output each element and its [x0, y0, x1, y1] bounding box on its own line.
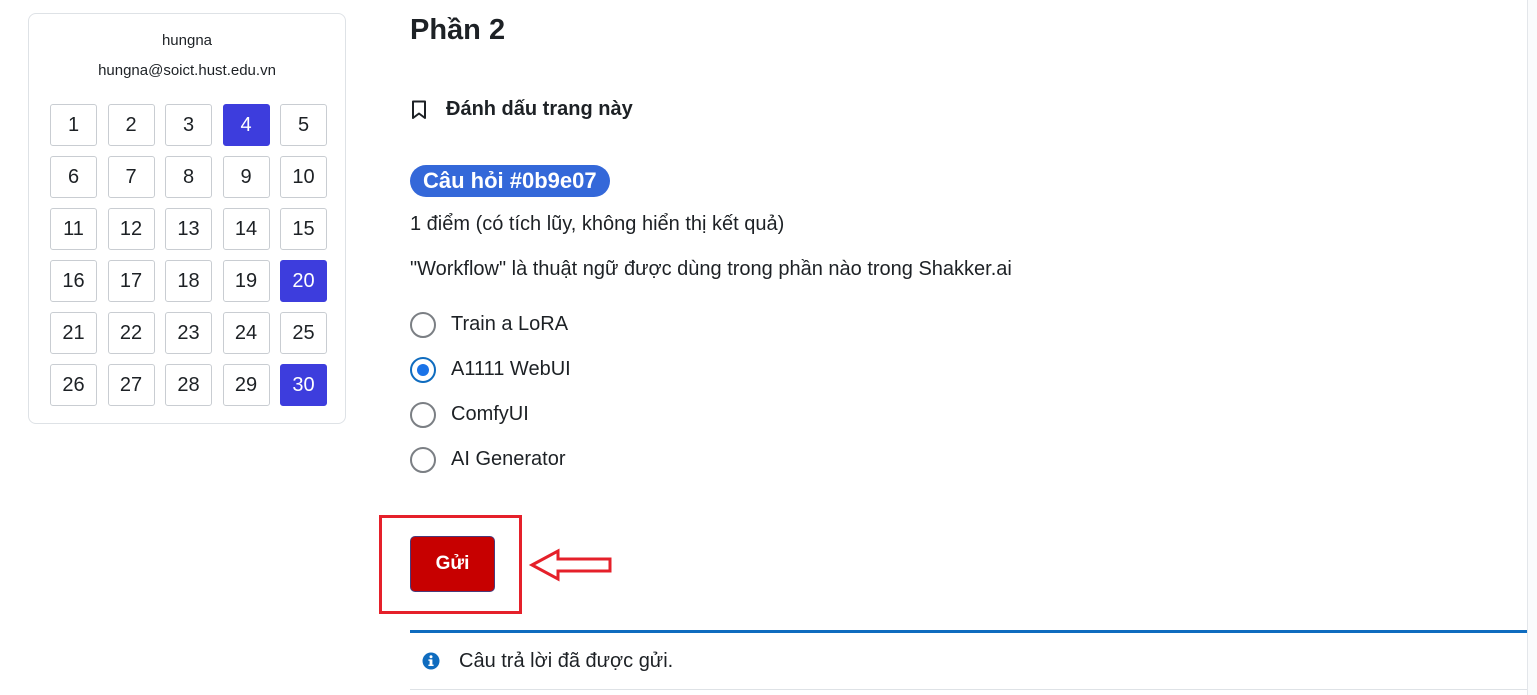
question-nav-button-13[interactable]: 13 — [165, 208, 212, 250]
question-nav-grid: 1 2 3 4 5 6 7 8 9 10 11 12 13 14 15 16 17 18 19 20 21 22 23 24 2… — [50, 104, 327, 406]
question-nav-button-1[interactable]: 1 — [50, 104, 97, 146]
question-nav-button-30[interactable]: 30 — [280, 364, 327, 406]
question-nav-button-25[interactable]: 25 — [280, 312, 327, 354]
question-nav-button-19[interactable]: 19 — [222, 260, 270, 302]
submit-button[interactable]: Gửi — [410, 536, 495, 592]
answer-option-2[interactable]: A1111 WebUI — [410, 356, 571, 383]
question-nav-button-9[interactable]: 9 — [222, 156, 270, 198]
answer-option-label: A1111 WebUI — [451, 358, 571, 380]
flag-question-label: Đánh dấu trang này — [446, 98, 633, 120]
flag-question-link[interactable]: Đánh dấu trang này — [410, 98, 633, 121]
bookmark-icon — [412, 100, 426, 119]
question-nav-button-21[interactable]: 21 — [50, 312, 97, 354]
question-nav-button-28[interactable]: 28 — [165, 364, 212, 406]
question-nav-button-12[interactable]: 12 — [107, 208, 155, 250]
arrow-left-annotation-icon — [528, 548, 612, 582]
quiz-navigation-panel: hungna hungna@soict.hust.edu.vn 12345678… — [28, 13, 346, 424]
radio-button[interactable] — [410, 401, 436, 428]
quiz-page: hungna hungna@soict.hust.edu.vn 12345678… — [0, 0, 1537, 695]
question-nav-button-10[interactable]: 10 — [280, 156, 327, 198]
question-nav-button-22[interactable]: 22 — [107, 312, 155, 354]
question-nav-button-27[interactable]: 27 — [107, 364, 155, 406]
question-nav-button-20[interactable]: 20 — [280, 260, 327, 302]
question-nav-button-6[interactable]: 6 — [50, 156, 97, 198]
user-email: hungna@soict.hust.edu.vn — [98, 62, 276, 79]
question-nav-button-14[interactable]: 14 — [222, 208, 270, 250]
submission-feedback: Câu trả lời đã được gửi. — [410, 630, 1528, 690]
answer-option-label: ComfyUI — [451, 403, 529, 425]
feedback-text: Câu trả lời đã được gửi. — [459, 649, 674, 672]
radio-button[interactable] — [410, 446, 436, 473]
question-nav-button-7[interactable]: 7 — [107, 156, 155, 198]
question-id-badge: Câu hỏi #0b9e07 — [410, 165, 610, 197]
question-nav-button-17[interactable]: 17 — [107, 260, 155, 302]
answer-options: Train a LoRA A1111 WebUI ComfyUI AI Gene… — [410, 311, 571, 491]
question-nav-button-8[interactable]: 8 — [165, 156, 212, 198]
question-text: "Workflow" là thuật ngữ được dùng trong … — [410, 258, 1012, 280]
question-nav-button-5[interactable]: 5 — [280, 104, 327, 146]
answer-option-3[interactable]: ComfyUI — [410, 401, 571, 428]
question-nav-button-11[interactable]: 11 — [50, 208, 97, 250]
answer-option-1[interactable]: Train a LoRA — [410, 311, 571, 338]
question-grade-info: 1 điểm (có tích lũy, không hiển thị kết … — [410, 213, 785, 235]
question-nav-button-3[interactable]: 3 — [165, 104, 212, 146]
question-nav-button-23[interactable]: 23 — [165, 312, 212, 354]
answer-option-4[interactable]: AI Generator — [410, 446, 571, 473]
page-scrollbar[interactable] — [1527, 0, 1537, 695]
answer-option-label: Train a LoRA — [451, 313, 569, 335]
question-nav-button-26[interactable]: 26 — [50, 364, 97, 406]
answer-option-label: AI Generator — [451, 448, 566, 470]
question-nav-button-29[interactable]: 29 — [222, 364, 270, 406]
info-icon — [422, 652, 440, 670]
user-name: hungna — [161, 32, 213, 49]
radio-button[interactable] — [410, 311, 436, 338]
question-nav-button-15[interactable]: 15 — [280, 208, 327, 250]
question-nav-button-16[interactable]: 16 — [50, 260, 97, 302]
question-nav-button-4[interactable]: 4 — [222, 104, 270, 146]
question-nav-button-18[interactable]: 18 — [165, 260, 212, 302]
section-title: Phần 2 — [410, 14, 506, 46]
question-nav-button-24[interactable]: 24 — [222, 312, 270, 354]
question-nav-button-2[interactable]: 2 — [107, 104, 155, 146]
radio-button[interactable] — [410, 356, 436, 383]
